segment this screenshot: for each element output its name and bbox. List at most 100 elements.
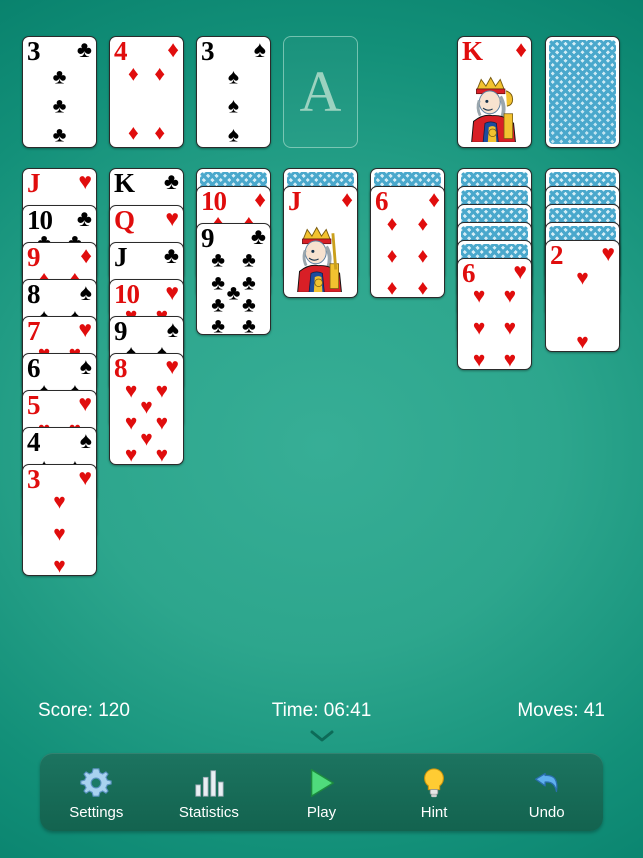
card-corner: 9 ♦ bbox=[23, 243, 96, 270]
card-corner: 4 ♠ bbox=[23, 427, 96, 457]
pip: ♣ bbox=[226, 281, 241, 305]
toolbar-button-settings[interactable]: Settings bbox=[40, 753, 153, 831]
toolbar-button-play[interactable]: Play bbox=[265, 753, 378, 831]
moves-text: Moves: 41 bbox=[517, 700, 605, 721]
card-rank: 3 bbox=[27, 464, 40, 494]
pip: ♦ bbox=[154, 62, 166, 86]
card-suit-icon: ♣ bbox=[76, 36, 92, 62]
pip: ♣ bbox=[242, 248, 256, 272]
pip: ♦ bbox=[127, 62, 139, 86]
pip: ♥ bbox=[472, 316, 486, 340]
pip: ♦ bbox=[386, 212, 398, 236]
tableau-card-c1-9[interactable]: 3 ♥ ♥ ♥ ♥ bbox=[22, 464, 97, 576]
toolbar-label-undo: Undo bbox=[528, 803, 565, 821]
pip: ♥ bbox=[503, 284, 517, 308]
card-corner: 6 ♥ bbox=[458, 258, 531, 288]
pip: ♣ bbox=[211, 271, 225, 295]
pip-grid: ♥ ♥ ♥ bbox=[32, 492, 87, 575]
tableau-card-c4-1[interactable]: J ♦ bbox=[283, 186, 358, 298]
card-corner: 8 ♥ bbox=[110, 354, 183, 381]
pip: ♥ bbox=[576, 266, 589, 290]
card-suit-icon: ♠ bbox=[79, 427, 92, 453]
card-suit-icon: ♥ bbox=[78, 316, 92, 342]
card-rank: J bbox=[114, 242, 127, 272]
pip: ♥ bbox=[503, 348, 517, 370]
stock-pile[interactable] bbox=[545, 36, 620, 148]
card-rank: J bbox=[27, 168, 40, 198]
pip: ♥ bbox=[155, 443, 169, 465]
pip: ♥ bbox=[503, 316, 517, 340]
pip: ♠ bbox=[227, 94, 240, 118]
card-rank: 3 bbox=[201, 36, 214, 66]
pip: ♣ bbox=[211, 314, 225, 335]
card-corner: Q ♥ bbox=[110, 205, 183, 235]
pip: ♣ bbox=[52, 94, 67, 118]
free-cell-card-3[interactable]: 3 ♠ ♠ ♠ ♠ bbox=[196, 36, 271, 148]
card-suit-icon: ♠ bbox=[79, 279, 92, 305]
tableau-card-c2-6[interactable]: 8 ♥ ♥ ♥ ♥ ♥ ♥ ♥ ♥ ♥ bbox=[109, 353, 184, 465]
card-face: 8 ♥ ♥ ♥ ♥ ♥ ♥ ♥ ♥ ♥ bbox=[110, 354, 183, 464]
tableau-card-c6-1[interactable]: 6 ♥ ♥ ♥ ♥ ♥ ♥ ♥ bbox=[457, 258, 532, 370]
pip: ♣ bbox=[52, 123, 67, 147]
card-corner: 6 ♠ bbox=[23, 353, 96, 383]
lightbulb-icon bbox=[417, 764, 451, 800]
undo-arrow-icon bbox=[530, 764, 564, 800]
card-corner: J ♣ bbox=[110, 242, 183, 272]
card-face: 6 ♥ ♥ ♥ ♥ ♥ ♥ ♥ bbox=[458, 259, 531, 369]
toolbar-button-statistics[interactable]: Statistics bbox=[153, 753, 266, 831]
foundation-placeholder-letter: A bbox=[299, 59, 342, 124]
card-rank: 4 bbox=[27, 427, 40, 457]
pip: ♥ bbox=[140, 395, 153, 419]
pip: ♦ bbox=[417, 212, 429, 236]
card-suit-icon: ♦ bbox=[428, 186, 440, 212]
tableau-card-c5-1[interactable]: 6 ♦ ♦ ♦ ♦ ♦ ♦ ♦ bbox=[370, 186, 445, 298]
card-corner: 10 ♣ bbox=[23, 206, 96, 233]
score-text: Score: 120 bbox=[38, 700, 130, 721]
card-corner: 5 ♥ bbox=[23, 390, 96, 420]
pip-grid: ♥ ♥ ♥ ♥ ♥ ♥ ♥ ♥ bbox=[119, 381, 174, 464]
pip: ♣ bbox=[211, 248, 225, 272]
pip: ♥ bbox=[155, 411, 169, 435]
card-corner: 6 ♦ bbox=[371, 186, 444, 214]
bar-chart-icon bbox=[192, 764, 226, 800]
card-corner: K ♣ bbox=[110, 168, 183, 198]
toolbar-button-undo[interactable]: Undo bbox=[490, 753, 603, 831]
jack-portrait bbox=[290, 218, 351, 293]
pip-grid: ♣ ♣ ♣ bbox=[32, 67, 87, 147]
card-rank: 4 bbox=[114, 36, 127, 66]
gear-icon bbox=[79, 764, 113, 800]
card-suit-icon: ♦ bbox=[254, 186, 266, 212]
card-rank: 6 bbox=[27, 353, 40, 383]
card-rank: K bbox=[462, 36, 483, 66]
pip: ♥ bbox=[124, 411, 138, 435]
card-corner: J ♥ bbox=[23, 168, 96, 198]
pip: ♥ bbox=[124, 379, 138, 403]
card-rank: K bbox=[114, 168, 135, 198]
pip: ♥ bbox=[576, 330, 589, 352]
card-suit-icon: ♦ bbox=[341, 186, 353, 212]
card-face: 2 ♥ ♥ ♥ bbox=[546, 241, 619, 351]
free-cell-card-2[interactable]: 4 ♦ ♦ ♦ ♦ ♦ bbox=[109, 36, 184, 148]
toolbar-button-hint[interactable]: Hint bbox=[378, 753, 491, 831]
card-rank: 2 bbox=[550, 240, 563, 270]
card-suit-icon: ♥ bbox=[78, 390, 92, 416]
card-face: 3 ♠ ♠ ♠ ♠ bbox=[197, 37, 270, 147]
tableau-card-c3-2[interactable]: 9 ♣ ♣ ♣ ♣ ♣ ♣ ♣ ♣ ♣ ♣ bbox=[196, 223, 271, 335]
pip: ♥ bbox=[124, 443, 138, 465]
card-rank: 5 bbox=[27, 390, 40, 420]
pip: ♥ bbox=[53, 554, 66, 576]
pip: ♥ bbox=[53, 522, 66, 546]
waste-card[interactable]: K ♦ bbox=[457, 36, 532, 148]
free-cell-card-1[interactable]: 3 ♣ ♣ ♣ ♣ bbox=[22, 36, 97, 148]
tableau-card-c7-1[interactable]: 2 ♥ ♥ ♥ bbox=[545, 240, 620, 352]
pip: ♦ bbox=[154, 121, 166, 145]
card-rank: Q bbox=[114, 205, 135, 235]
pip: ♥ bbox=[472, 348, 486, 370]
foundation-empty[interactable]: A bbox=[283, 36, 358, 148]
card-corner: K ♦ bbox=[458, 36, 531, 66]
toolbar-label-play: Play bbox=[306, 803, 337, 821]
card-rank: 6 bbox=[462, 258, 475, 288]
card-face: 4 ♦ ♦ ♦ ♦ ♦ bbox=[110, 37, 183, 147]
chevron-down-icon[interactable] bbox=[309, 730, 335, 742]
solitaire-board: 3 ♣ ♣ ♣ ♣ 4 ♦ ♦ ♦ ♦ ♦ 3 ♠ ♠ ♠ ♠ A K ♦ J … bbox=[0, 0, 643, 858]
